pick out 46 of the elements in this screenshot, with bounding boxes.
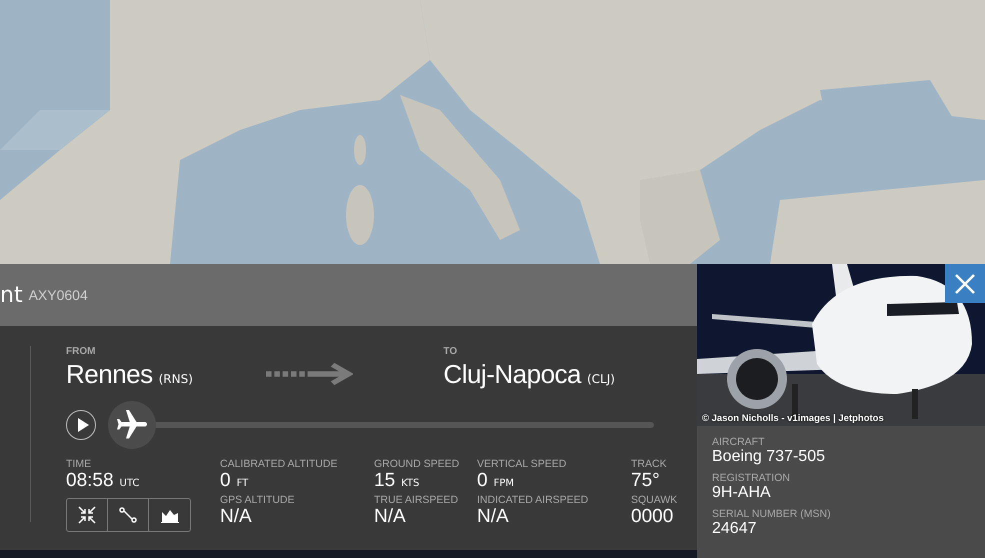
stat-value: 75° — [631, 470, 660, 492]
endpoint-label: FROM — [66, 346, 96, 357]
field-label: AIRCRAFT — [712, 436, 766, 448]
stat-label: GPS ALTITUDE — [220, 494, 296, 506]
close-icon — [954, 272, 976, 294]
panel-title: nt — [0, 282, 23, 308]
stat-value: 0 — [220, 470, 231, 492]
airport-code: (RNS) — [158, 372, 193, 386]
stat-value: N/A — [374, 506, 406, 528]
arrow-icon — [266, 362, 354, 386]
route-icon — [119, 506, 137, 524]
stat-value: 15 — [374, 470, 396, 492]
stat-unit: UTC — [120, 478, 140, 489]
stat-unit: FPM — [494, 478, 514, 489]
playback-slider[interactable] — [108, 401, 654, 449]
slider-thumb[interactable] — [108, 401, 156, 449]
stat-label: GROUND SPEED — [374, 458, 460, 470]
stat-value: 0 — [477, 470, 488, 492]
stat-label: CALIBRATED ALTITUDE — [220, 458, 338, 470]
field-value: Boeing 737-505 — [712, 448, 826, 466]
city-name: Rennes — [66, 359, 153, 390]
endpoint-label: TO — [443, 346, 458, 357]
play-icon — [76, 418, 88, 432]
airport-code: (CLJ) — [587, 372, 615, 386]
field-label: REGISTRATION — [712, 472, 791, 484]
stat-value: N/A — [220, 506, 252, 528]
field-label: SERIAL NUMBER (MSN) — [712, 508, 832, 520]
collapse-icon — [78, 506, 96, 524]
stat-value: 0000 — [631, 506, 674, 528]
stat-label: VERTICAL SPEED — [477, 458, 568, 470]
stat-label: TRACK — [631, 458, 668, 470]
city-name: Cluj-Napoca — [443, 359, 581, 390]
stat-label: TRUE AIRSPEED — [374, 494, 460, 506]
stat-value: 08:58 — [66, 470, 114, 492]
stat-label: INDICATED AIRSPEED — [477, 494, 590, 506]
photo-credit: © Jason Nicholls - v1images | Jetphotos — [702, 413, 884, 424]
field-value: 24647 — [712, 520, 758, 538]
callsign: AXY0604 — [28, 287, 88, 303]
stat-unit: FT — [236, 478, 248, 489]
stat-value: N/A — [477, 506, 509, 528]
stat-label: TIME — [66, 458, 92, 470]
close-button[interactable] — [945, 264, 985, 303]
stat-unit: KTS — [401, 478, 420, 489]
stat-label: SQUAWK — [631, 494, 678, 506]
field-value: 9H-AHA — [712, 484, 772, 502]
play-button[interactable] — [66, 410, 96, 440]
